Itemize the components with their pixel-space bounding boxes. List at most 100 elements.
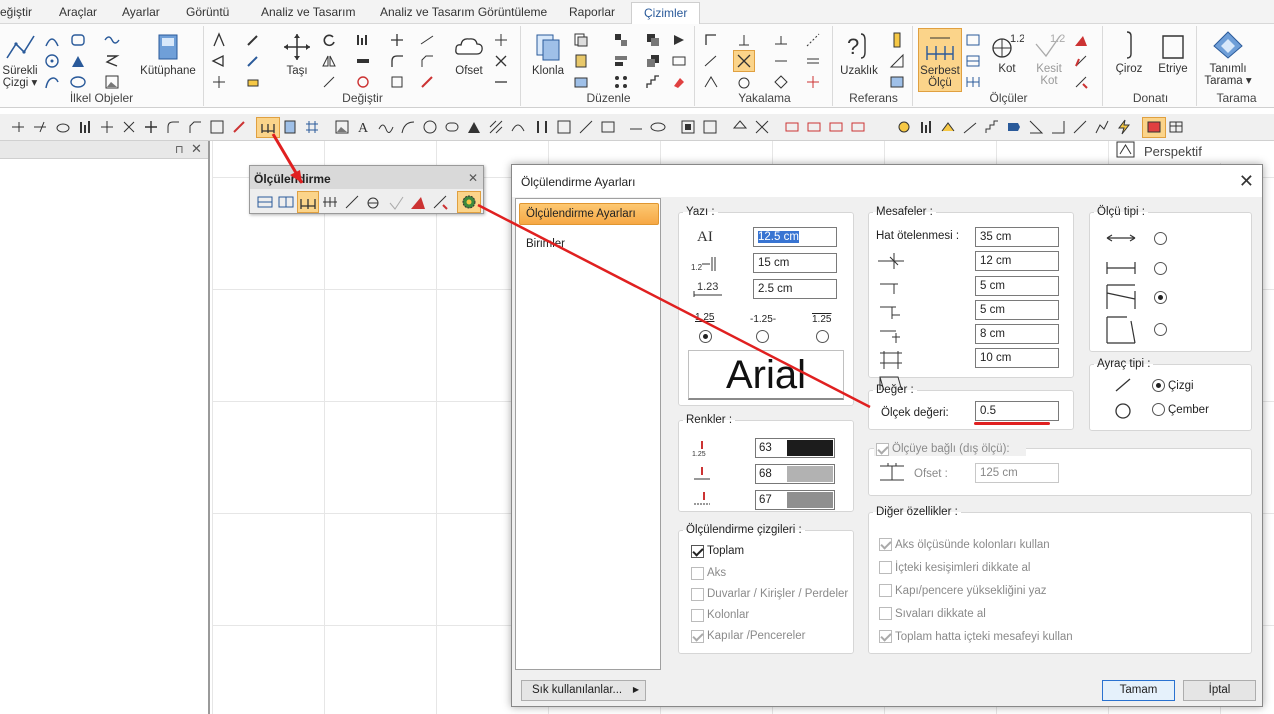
nav-olculendirme-ayarlari[interactable]: Ölçülendirme Ayarları xyxy=(519,203,659,225)
text-pos-below-radio[interactable] xyxy=(816,330,829,343)
ofset-input[interactable]: 125 cm xyxy=(975,463,1059,483)
tb-section-level-icon[interactable] xyxy=(387,193,405,211)
tamam-button[interactable]: Tamam xyxy=(1102,680,1175,701)
q-door-icon[interactable] xyxy=(282,119,298,135)
q-angle2-icon[interactable] xyxy=(1050,119,1066,135)
q-column-icon[interactable] xyxy=(534,119,550,135)
q-cross-icon[interactable] xyxy=(99,119,115,135)
q-zoom2-icon[interactable] xyxy=(806,119,822,135)
yazi-height-input[interactable]: 12.5 cm xyxy=(753,227,837,247)
tab-goruntu[interactable]: Görüntü xyxy=(186,5,229,19)
q-eye-icon[interactable] xyxy=(650,119,666,135)
q-triangle-icon[interactable] xyxy=(466,119,482,135)
ciroz-button[interactable]: Çiroz xyxy=(1111,30,1147,75)
olcu-tipi-radio-3[interactable] xyxy=(1154,291,1167,304)
yazi-offset-input[interactable]: 15 cm xyxy=(753,253,837,273)
kolonlar-checkbox[interactable] xyxy=(691,609,704,622)
q-zoom3-icon[interactable] xyxy=(828,119,844,135)
klonla-button[interactable]: Klonla xyxy=(529,32,567,77)
tanimli-tarama-button[interactable]: Tanımlı Tarama ▾ xyxy=(1201,30,1255,87)
q-window-icon[interactable] xyxy=(680,119,696,135)
q-fillet-icon[interactable] xyxy=(165,119,181,135)
olcu-tipi-radio-4[interactable] xyxy=(1154,323,1167,336)
toplam-icteki-checkbox[interactable] xyxy=(879,630,892,643)
q-light-icon[interactable] xyxy=(896,119,912,135)
serbest-olcu-button[interactable]: Serbest Ölçü xyxy=(918,28,962,92)
q-circle-icon[interactable] xyxy=(422,119,438,135)
tb-abc-icon[interactable] xyxy=(343,193,361,211)
q-stair-icon[interactable] xyxy=(984,119,1000,135)
q-bars2-icon[interactable] xyxy=(918,119,934,135)
olcu-tipi-radio-2[interactable] xyxy=(1154,262,1167,275)
q-window2-icon[interactable] xyxy=(702,119,718,135)
olcu-tipi-radio-1[interactable] xyxy=(1154,232,1167,245)
mesafe-input-2[interactable]: 12 cm xyxy=(975,251,1059,271)
mesafe-input-6[interactable]: 10 cm xyxy=(975,348,1059,368)
kapilar-checkbox[interactable] xyxy=(691,630,704,643)
q-spline-icon[interactable] xyxy=(510,119,526,135)
nav-birimler[interactable]: Birimler xyxy=(526,238,565,250)
etriye-button[interactable]: Etriye xyxy=(1153,30,1193,75)
tab-analiz-tasarim[interactable]: Analiz ve Tasarım xyxy=(261,5,355,19)
tab-raporlar[interactable]: Raporlar xyxy=(569,5,615,19)
text-pos-inline-radio[interactable] xyxy=(756,330,769,343)
q-hatch-icon[interactable] xyxy=(488,119,504,135)
q-chamfer-icon[interactable] xyxy=(187,119,203,135)
triangle-up-icon[interactable] xyxy=(1116,141,1136,159)
kot-button[interactable]: 1.2 Kot xyxy=(987,30,1027,75)
q-tag-icon[interactable] xyxy=(1006,119,1022,135)
pin-icon[interactable]: ⊓ xyxy=(175,143,184,156)
tab-cizimler[interactable]: Çizimler xyxy=(631,2,701,25)
q-cloud2-icon[interactable] xyxy=(444,119,460,135)
q-trim-icon[interactable] xyxy=(10,119,26,135)
sik-kullanilanlar-button[interactable]: Sık kullanılanlar... ▶ xyxy=(521,680,646,701)
q-slope-icon[interactable] xyxy=(962,119,978,135)
hat-otelenmesi-input[interactable]: 35 cm xyxy=(975,227,1059,247)
q-rect-icon[interactable] xyxy=(209,119,225,135)
sivalar-checkbox[interactable] xyxy=(879,607,892,620)
kapi-pencere-yukseklik-checkbox[interactable] xyxy=(879,584,892,597)
q-table-icon[interactable] xyxy=(1168,119,1184,135)
olcuye-bagli-checkbox[interactable] xyxy=(876,443,889,456)
ayrac-cizgi-radio[interactable] xyxy=(1152,379,1165,392)
q-bars-icon[interactable] xyxy=(77,119,93,135)
q-zoom1-icon[interactable] xyxy=(784,119,800,135)
mesafe-input-3[interactable]: 5 cm xyxy=(975,276,1059,296)
line-color-picker[interactable]: 68 xyxy=(755,464,835,484)
tb-chain-icon[interactable] xyxy=(321,193,339,211)
q-chart-icon[interactable] xyxy=(556,119,572,135)
q-fit-icon[interactable] xyxy=(754,119,770,135)
q-angle-icon[interactable] xyxy=(1028,119,1044,135)
kutuphane-button[interactable]: Kütüphane xyxy=(136,32,200,77)
tb-dim-aligned-icon[interactable] xyxy=(256,193,274,211)
tick-color-picker[interactable]: 67 xyxy=(755,490,835,510)
uzaklik-button[interactable]: ? Uzaklık xyxy=(839,30,879,77)
mesafe-input-4[interactable]: 5 cm xyxy=(975,300,1059,320)
q-bolt-icon[interactable] xyxy=(1116,119,1132,135)
dialog-close-icon[interactable]: ✕ xyxy=(1239,171,1254,192)
tab-analiz-goruntuleme[interactable]: Analiz ve Tasarım Görüntüleme xyxy=(380,5,547,19)
tb-angle-icon[interactable] xyxy=(409,193,427,211)
olcek-degeri-input[interactable]: 0.5 xyxy=(975,401,1059,421)
panel-close-icon[interactable]: ✕ xyxy=(191,141,202,157)
q-roof-icon[interactable] xyxy=(940,119,956,135)
q-plus-icon[interactable] xyxy=(143,119,159,135)
surekli-cizgi-button[interactable]: Sürekli Çizgi ▾ xyxy=(2,32,38,89)
tab-araclar[interactable]: Araçlar xyxy=(59,5,97,19)
q-up-icon[interactable] xyxy=(732,119,748,135)
q-text-icon[interactable]: A xyxy=(356,119,372,135)
font-preview[interactable]: Arial xyxy=(688,350,844,400)
mesafe-input-5[interactable]: 8 cm xyxy=(975,324,1059,344)
q-pen-icon[interactable] xyxy=(231,119,247,135)
q-extend-icon[interactable] xyxy=(32,119,48,135)
q-zoom4-icon[interactable] xyxy=(850,119,866,135)
q-wave-icon[interactable] xyxy=(378,119,394,135)
text-pos-above-radio[interactable] xyxy=(699,330,712,343)
tb-level-icon[interactable] xyxy=(365,193,383,211)
q-section-icon[interactable] xyxy=(578,119,594,135)
text-color-picker[interactable]: 63 xyxy=(755,438,835,458)
aks-kolon-checkbox[interactable] xyxy=(879,538,892,551)
tb-dim-linear-icon[interactable] xyxy=(277,193,295,211)
tab-ayarlar[interactable]: Ayarlar xyxy=(122,5,160,19)
yazi-gap-input[interactable]: 2.5 cm xyxy=(753,279,837,299)
